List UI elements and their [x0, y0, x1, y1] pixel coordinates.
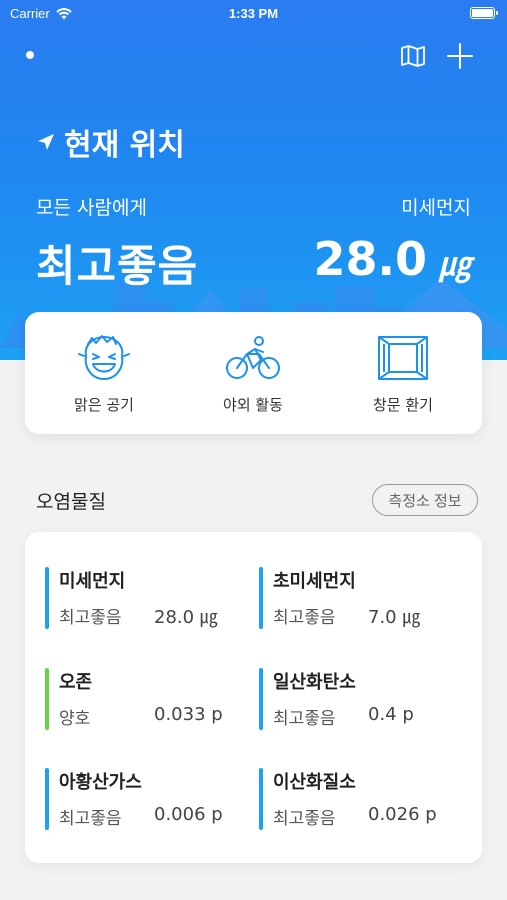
- pollutant-so2[interactable]: 아황산가스 최고좋음 0.006 p: [45, 766, 255, 830]
- happy-face-icon: [78, 335, 130, 380]
- activity-label: 창문 환기: [373, 396, 433, 414]
- status-bar: Carrier 1:33 PM: [0, 0, 507, 28]
- page-indicator-dot[interactable]: [26, 51, 34, 59]
- metric-unit: ㎍: [438, 245, 471, 283]
- window-icon: [378, 336, 428, 380]
- pollutant-value: 0.006 p: [154, 804, 223, 825]
- cyclist-icon: [226, 336, 280, 379]
- activity-ventilation[interactable]: 창문 환기: [328, 334, 478, 415]
- battery-icon: [470, 7, 498, 19]
- status-bar-indicator: [45, 567, 49, 629]
- pollutant-value: 28.0 ㎍: [154, 607, 218, 628]
- pollutant-name: 아황산가스: [59, 772, 142, 793]
- pollutant-name: 초미세먼지: [273, 571, 356, 592]
- metric-name-label: 미세먼지: [401, 197, 471, 219]
- pollutant-pm25[interactable]: 초미세먼지 최고좋음 7.0 ㎍: [259, 565, 469, 629]
- current-location-title[interactable]: 현재 위치: [36, 120, 185, 164]
- pollutant-status: 최고좋음: [59, 809, 122, 829]
- pollutant-status: 최고좋음: [273, 809, 336, 829]
- hero-background: [0, 0, 507, 360]
- location-arrow-icon: [38, 134, 54, 150]
- add-icon[interactable]: [446, 42, 474, 70]
- pollutant-no2[interactable]: 이산화질소 최고좋음 0.026 p: [259, 766, 469, 830]
- clock: 1:33 PM: [228, 6, 279, 21]
- activity-outdoor[interactable]: 야외 활동: [178, 334, 328, 415]
- status-bar-indicator: [45, 668, 49, 730]
- activity-label: 야외 활동: [223, 396, 283, 414]
- audience-label: 모든 사람에게: [36, 197, 147, 219]
- pollutant-value: 0.026 p: [368, 804, 437, 825]
- activity-recommendations-card: 맑은 공기 야외 활동 창문 환기: [25, 312, 482, 434]
- metric-value: 28.0: [313, 232, 427, 286]
- status-bar-indicator: [45, 768, 49, 830]
- pollutant-name: 일산화탄소: [273, 672, 356, 693]
- air-quality-grade: 최고좋음: [36, 242, 199, 292]
- pollutants-section-title: 오염물질: [36, 491, 106, 513]
- pollutant-value: 7.0 ㎍: [368, 607, 421, 628]
- metric-value-group: 28.0 ㎍: [313, 232, 471, 286]
- activity-label: 맑은 공기: [74, 396, 134, 414]
- pollutant-pm10[interactable]: 미세먼지 최고좋음 28.0 ㎍: [45, 565, 255, 629]
- pollutant-name: 오존: [59, 672, 93, 693]
- pollutant-value: 0.4 p: [368, 704, 414, 725]
- pollutant-name: 미세먼지: [59, 571, 126, 592]
- status-bar-indicator: [259, 768, 263, 830]
- status-bar-indicator: [259, 668, 263, 730]
- pollutants-card: 미세먼지 최고좋음 28.0 ㎍ 초미세먼지 최고좋음 7.0 ㎍ 오존 양호 …: [25, 532, 482, 863]
- activity-clean-air[interactable]: 맑은 공기: [29, 334, 179, 415]
- map-icon[interactable]: [400, 44, 426, 68]
- station-info-button[interactable]: 측정소 정보: [372, 484, 478, 516]
- pollutant-value: 0.033 p: [154, 704, 223, 725]
- pollutant-co[interactable]: 일산화탄소 최고좋음 0.4 p: [259, 666, 469, 730]
- pollutant-name: 이산화질소: [273, 772, 356, 793]
- status-bar-indicator: [259, 567, 263, 629]
- pollutant-ozone[interactable]: 오존 양호 0.033 p: [45, 666, 255, 730]
- pollutant-status: 양호: [59, 709, 91, 729]
- pollutant-status: 최고좋음: [273, 709, 336, 729]
- pollutant-status: 최고좋음: [273, 608, 336, 628]
- pollutant-status: 최고좋음: [59, 608, 122, 628]
- location-label: 현재 위치: [64, 128, 185, 163]
